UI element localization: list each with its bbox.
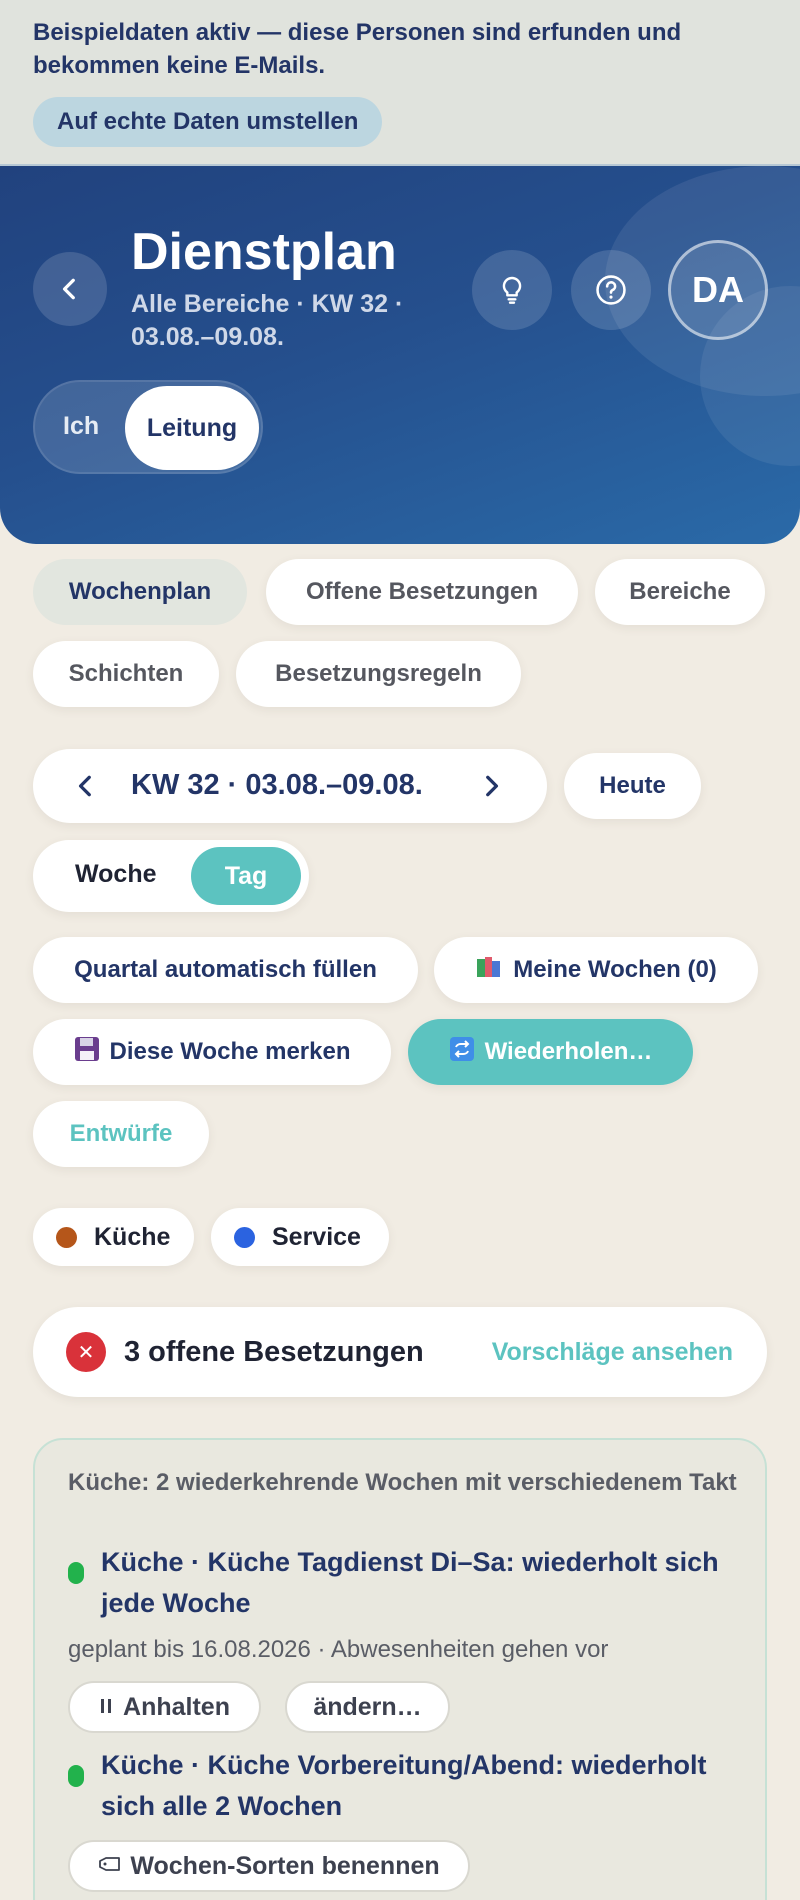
week-label: KW 32 · 03.08.–09.08. bbox=[131, 769, 423, 801]
banner-text: Beispieldaten aktiv — diese Personen sin… bbox=[33, 19, 682, 79]
page-subtitle: Alle Bereiche · KW 32 · 03.08.–09.08. bbox=[131, 290, 404, 351]
chevron-left-icon bbox=[78, 775, 91, 797]
status-dot bbox=[68, 1562, 84, 1584]
open-shifts-card: ✕ 3 offene Besetzungen Vorschläge ansehe… bbox=[33, 1307, 767, 1397]
tab-besetzungsregeln[interactable]: Besetzungsregeln bbox=[236, 641, 521, 707]
page-title: Dienstplan bbox=[131, 223, 397, 281]
today-button[interactable]: Heute bbox=[564, 753, 701, 819]
name-week-types-button[interactable]: Wochen-Sorten benennen bbox=[68, 1840, 470, 1892]
pause-icon bbox=[99, 1693, 113, 1722]
role-toggle: Ich Leitung bbox=[33, 380, 263, 474]
view-option-week[interactable]: Woche bbox=[75, 860, 157, 889]
help-icon bbox=[596, 275, 626, 305]
my-weeks-label: Meine Wochen (0) bbox=[513, 956, 717, 983]
autofill-quarter-button[interactable]: Quartal automatisch füllen bbox=[33, 937, 418, 1003]
help-button[interactable] bbox=[571, 250, 651, 330]
area-label: Küche bbox=[94, 1222, 171, 1251]
pause-label: Anhalten bbox=[123, 1692, 230, 1721]
books-icon bbox=[475, 955, 503, 986]
area-color-dot bbox=[56, 1226, 77, 1248]
sample-data-banner: Beispieldaten aktiv — diese Personen sin… bbox=[0, 0, 800, 166]
repeat-icon bbox=[449, 1036, 475, 1069]
area-filter-kueche[interactable]: Küche bbox=[33, 1208, 194, 1266]
role-option-self[interactable]: Ich bbox=[63, 412, 99, 441]
my-weeks-button[interactable]: Meine Wochen (0) bbox=[434, 937, 758, 1003]
repeat-button[interactable]: Wiederholen… bbox=[408, 1019, 693, 1085]
recurring-item-title: Küche · Küche Vorbereitung/Abend: wieder… bbox=[101, 1750, 707, 1821]
name-week-types-label: Wochen-Sorten benennen bbox=[130, 1851, 440, 1880]
chevron-right-icon bbox=[486, 775, 499, 797]
week-navigator: KW 32 · 03.08.–09.08. bbox=[33, 749, 547, 823]
status-dot bbox=[68, 1765, 84, 1787]
page-header: Dienstplan Alle Bereiche · KW 32 · 03.08… bbox=[0, 166, 800, 544]
tab-schichten[interactable]: Schichten bbox=[33, 641, 219, 707]
recurring-item-meta: geplant bis 16.08.2026 · Abwesenheiten g… bbox=[68, 1636, 609, 1663]
edit-button[interactable]: ändern… bbox=[285, 1681, 450, 1733]
recurring-heading: Küche: 2 wiederkehrende Wochen mit versc… bbox=[68, 1469, 737, 1496]
label-tag-icon bbox=[98, 1852, 122, 1881]
chevron-left-icon bbox=[62, 278, 75, 300]
previous-week-button[interactable] bbox=[73, 771, 99, 806]
view-toggle: Woche Tag bbox=[33, 840, 309, 912]
repeat-label: Wiederholen… bbox=[484, 1038, 653, 1065]
tab-offene-besetzungen[interactable]: Offene Besetzungen bbox=[266, 559, 578, 625]
recurring-item-title: Küche · Küche Tagdienst Di–Sa: wiederhol… bbox=[101, 1547, 719, 1618]
save-week-button[interactable]: Diese Woche merken bbox=[33, 1019, 391, 1085]
view-option-day[interactable]: Tag bbox=[191, 847, 301, 905]
view-suggestions-link[interactable]: Vorschläge ansehen bbox=[492, 1338, 733, 1367]
error-icon: ✕ bbox=[66, 1332, 106, 1372]
switch-to-real-data-button[interactable]: Auf echte Daten umstellen bbox=[33, 97, 383, 147]
area-label: Service bbox=[272, 1222, 361, 1251]
area-color-dot bbox=[234, 1226, 255, 1248]
open-shifts-count: 3 offene Besetzungen bbox=[124, 1336, 424, 1368]
pause-button[interactable]: Anhalten bbox=[68, 1681, 261, 1733]
recurring-weeks-card: Küche: 2 wiederkehrende Wochen mit versc… bbox=[33, 1438, 767, 1900]
lightbulb-icon bbox=[502, 276, 522, 304]
tab-bereiche[interactable]: Bereiche bbox=[595, 559, 765, 625]
save-week-label: Diese Woche merken bbox=[109, 1038, 351, 1065]
floppy-disk-icon bbox=[74, 1036, 100, 1069]
tips-button[interactable] bbox=[472, 250, 552, 330]
area-filter-service[interactable]: Service bbox=[211, 1208, 389, 1266]
next-week-button[interactable] bbox=[478, 771, 504, 806]
drafts-button[interactable]: Entwürfe bbox=[33, 1101, 209, 1167]
user-avatar[interactable]: DA bbox=[668, 240, 768, 340]
back-button[interactable] bbox=[33, 252, 107, 326]
role-option-lead[interactable]: Leitung bbox=[125, 386, 259, 470]
tab-wochenplan[interactable]: Wochenplan bbox=[33, 559, 247, 625]
